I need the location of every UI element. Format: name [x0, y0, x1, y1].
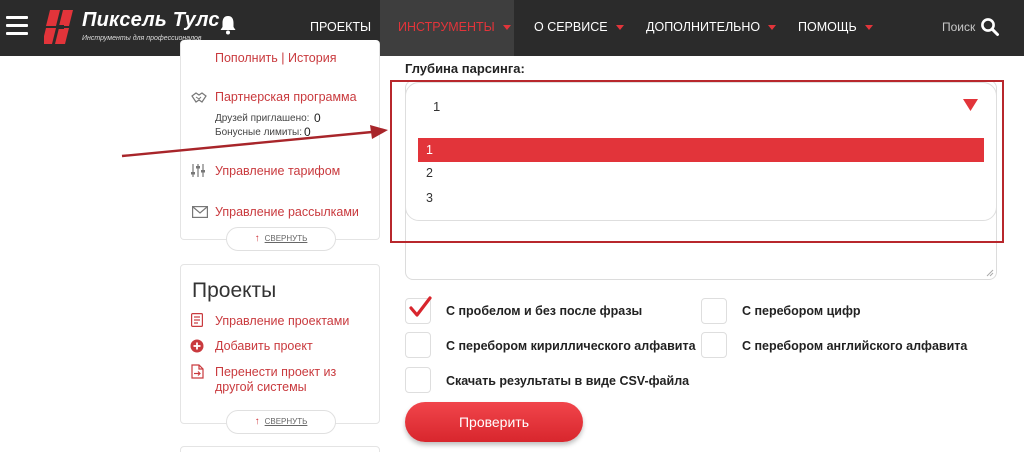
- annotation-arrow-icon: [121, 125, 388, 158]
- transfer-project-link[interactable]: Перенести проект из другой системы: [215, 365, 365, 395]
- sliders-icon: [191, 164, 205, 177]
- top-navigation-bar: Пиксель Тулс Инструменты для профессиона…: [0, 0, 1024, 56]
- mailing-management-link[interactable]: Управление рассылками: [215, 205, 359, 219]
- search-label[interactable]: Поиск: [942, 20, 975, 34]
- collapse-button-projects[interactable]: ↑ СВЕРНУТЬ: [226, 410, 336, 434]
- checkbox-label: С перебором кириллического алфавита: [446, 339, 696, 353]
- balance-links[interactable]: Пополнить | История: [215, 51, 336, 65]
- checkbox-label: С перебором цифр: [742, 304, 861, 318]
- hamburger-menu-icon[interactable]: [6, 16, 28, 36]
- nav-about[interactable]: О СЕРВИСЕ: [534, 0, 624, 56]
- friends-invited-value: 0: [314, 111, 321, 125]
- tariff-management-link[interactable]: Управление тарифом: [215, 164, 340, 178]
- caret-down-icon: [502, 25, 511, 31]
- manage-projects-link[interactable]: Управление проектами: [215, 314, 349, 328]
- checkmark-icon: [409, 296, 432, 317]
- checkbox-label: С пробелом и без после фразы: [446, 304, 643, 318]
- caret-down-icon: [615, 25, 624, 31]
- annotation-highlight-frame: [390, 80, 1004, 243]
- checkbox-digits[interactable]: [701, 298, 727, 324]
- nav-help[interactable]: ПОМОЩЬ: [798, 0, 873, 56]
- parsing-depth-label: Глубина парсинга:: [405, 61, 525, 76]
- bell-icon[interactable]: [219, 15, 237, 35]
- checkbox-csv[interactable]: [405, 367, 431, 393]
- checkbox-cyrillic[interactable]: [405, 332, 431, 358]
- resize-grip-icon[interactable]: [986, 269, 994, 277]
- check-button[interactable]: Проверить: [405, 402, 583, 442]
- checkbox-space-after-phrase[interactable]: [405, 296, 432, 324]
- projects-title: Проекты: [192, 279, 277, 302]
- checkbox-label: С перебором английского алфавита: [742, 339, 968, 353]
- collapse-button[interactable]: ↑ СВЕРНУТЬ: [226, 227, 336, 251]
- partner-program-link[interactable]: Партнерская программа: [215, 90, 357, 104]
- search-icon[interactable]: [980, 17, 1000, 37]
- add-project-link[interactable]: Добавить проект: [215, 339, 313, 353]
- next-sidebar-card: [180, 446, 380, 452]
- caret-down-icon: [864, 25, 873, 31]
- projects-list-icon: [191, 313, 203, 327]
- nav-tools[interactable]: ИНСТРУМЕНТЫ: [380, 0, 514, 56]
- plus-circle-icon: [190, 339, 204, 353]
- arrow-up-icon: ↑: [254, 233, 260, 244]
- nav-additional[interactable]: ДОПОЛНИТЕЛЬНО: [646, 0, 777, 56]
- checkbox-label: Скачать результаты в виде CSV-файла: [446, 374, 690, 388]
- file-transfer-icon: [191, 364, 204, 379]
- mail-icon: [192, 206, 208, 218]
- brand-name: Пиксель Тулс: [82, 9, 220, 31]
- arrow-up-icon: ↑: [254, 416, 260, 427]
- checkbox-english[interactable]: [701, 332, 727, 358]
- friends-invited-label: Друзей приглашено:: [215, 113, 310, 124]
- handshake-icon: [191, 92, 207, 103]
- caret-down-icon: [768, 25, 777, 31]
- logo-mark-icon: [44, 10, 73, 44]
